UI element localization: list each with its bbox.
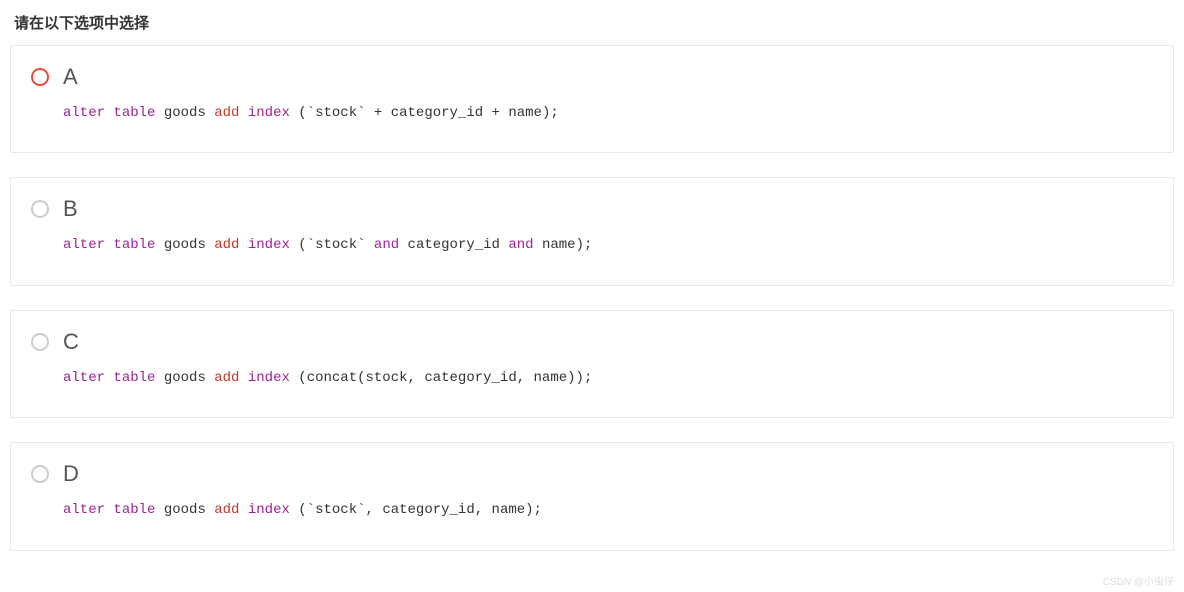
radio-icon[interactable] (31, 200, 49, 218)
option-letter: A (63, 64, 78, 90)
watermark: CSDN @小虫仔 (1103, 573, 1174, 588)
option-letter: B (63, 196, 78, 222)
option-card-c[interactable]: Calter table goods add index (concat(sto… (10, 310, 1174, 418)
radio-icon[interactable] (31, 465, 49, 483)
option-code: alter table goods add index (concat(stoc… (31, 367, 1153, 389)
option-code: alter table goods add index (`stock`, ca… (31, 499, 1153, 521)
option-header: D (31, 461, 1153, 487)
option-code: alter table goods add index (`stock` + c… (31, 102, 1153, 124)
options-container: Aalter table goods add index (`stock` + … (0, 45, 1184, 551)
option-header: A (31, 64, 1153, 90)
option-header: C (31, 329, 1153, 355)
option-letter: D (63, 461, 79, 487)
question-title: 请在以下选项中选择 (0, 0, 1184, 45)
option-card-b[interactable]: Balter table goods add index (`stock` an… (10, 177, 1174, 285)
option-header: B (31, 196, 1153, 222)
option-card-a[interactable]: Aalter table goods add index (`stock` + … (10, 45, 1174, 153)
radio-icon[interactable] (31, 68, 49, 86)
option-card-d[interactable]: Dalter table goods add index (`stock`, c… (10, 442, 1174, 550)
radio-icon[interactable] (31, 333, 49, 351)
option-letter: C (63, 329, 79, 355)
option-code: alter table goods add index (`stock` and… (31, 234, 1153, 256)
